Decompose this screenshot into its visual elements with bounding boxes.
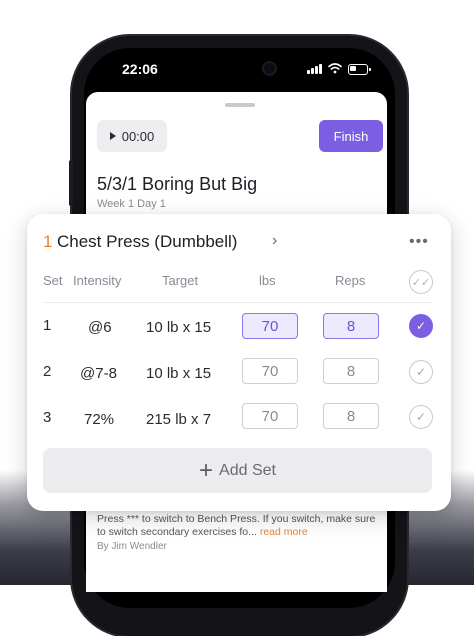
note-author: By Jim Wendler — [97, 541, 167, 552]
signal-icon — [307, 64, 322, 74]
play-icon — [109, 132, 116, 140]
note-text: Press *** to switch to Bench Press. If y… — [97, 513, 376, 538]
set-target: 10 lb x 15 — [146, 365, 212, 382]
set-target: 215 lb x 7 — [146, 411, 212, 428]
column-weight: lbs — [259, 273, 276, 288]
battery-icon — [348, 64, 371, 75]
set-intensity: @6 — [88, 319, 112, 336]
timer-button[interactable]: 00:00 — [97, 120, 167, 152]
exercise-index: 1 — [43, 232, 53, 251]
set-number: 2 — [43, 363, 52, 380]
set-number: 1 — [43, 317, 52, 334]
reps-input[interactable]: 8 — [323, 313, 379, 339]
set-number: 3 — [43, 409, 52, 426]
reps-input[interactable]: 8 — [323, 358, 379, 384]
weight-input[interactable]: 70 — [242, 403, 298, 429]
wifi-icon — [328, 63, 342, 74]
exercise-note: Press *** to switch to Bench Press. If y… — [97, 513, 387, 539]
column-set: Set — [43, 273, 63, 288]
reps-input[interactable]: 8 — [323, 403, 379, 429]
chevron-right-icon[interactable]: › — [272, 232, 277, 250]
more-icon[interactable]: ••• — [409, 233, 429, 251]
camera-icon — [264, 63, 275, 74]
double-check-icon[interactable]: ✓✓ — [409, 270, 433, 294]
check-icon[interactable]: ✓ — [409, 405, 433, 429]
weight-input[interactable]: 70 — [242, 313, 298, 339]
add-set-button[interactable]: + Add Set — [43, 448, 432, 493]
column-reps: Reps — [335, 273, 366, 288]
plus-icon: + — [199, 456, 214, 484]
add-set-label: Add Set — [219, 461, 276, 479]
set-intensity: @7-8 — [80, 365, 117, 382]
workout-subtitle: Week 1 Day 1 — [97, 198, 166, 210]
check-icon[interactable]: ✓ — [409, 314, 433, 338]
column-intensity: Intensity — [73, 273, 122, 288]
check-icon[interactable]: ✓ — [409, 360, 433, 384]
read-more-link[interactable]: read more — [260, 526, 308, 538]
set-intensity: 72% — [84, 411, 115, 428]
status-time: 22:06 — [122, 61, 158, 77]
finish-button[interactable]: Finish — [319, 120, 383, 152]
phone-side-button — [69, 160, 73, 206]
column-target: Target — [162, 273, 199, 288]
workout-title: 5/3/1 Boring But Big — [97, 174, 258, 194]
divider — [43, 302, 433, 303]
exercise-name[interactable]: Chest Press (Dumbbell) — [57, 232, 237, 252]
timer-label: 00:00 — [121, 128, 155, 144]
weight-input[interactable]: 70 — [242, 358, 298, 384]
set-target: 10 lb x 15 — [146, 319, 212, 336]
sheet-grabber[interactable] — [225, 103, 255, 107]
